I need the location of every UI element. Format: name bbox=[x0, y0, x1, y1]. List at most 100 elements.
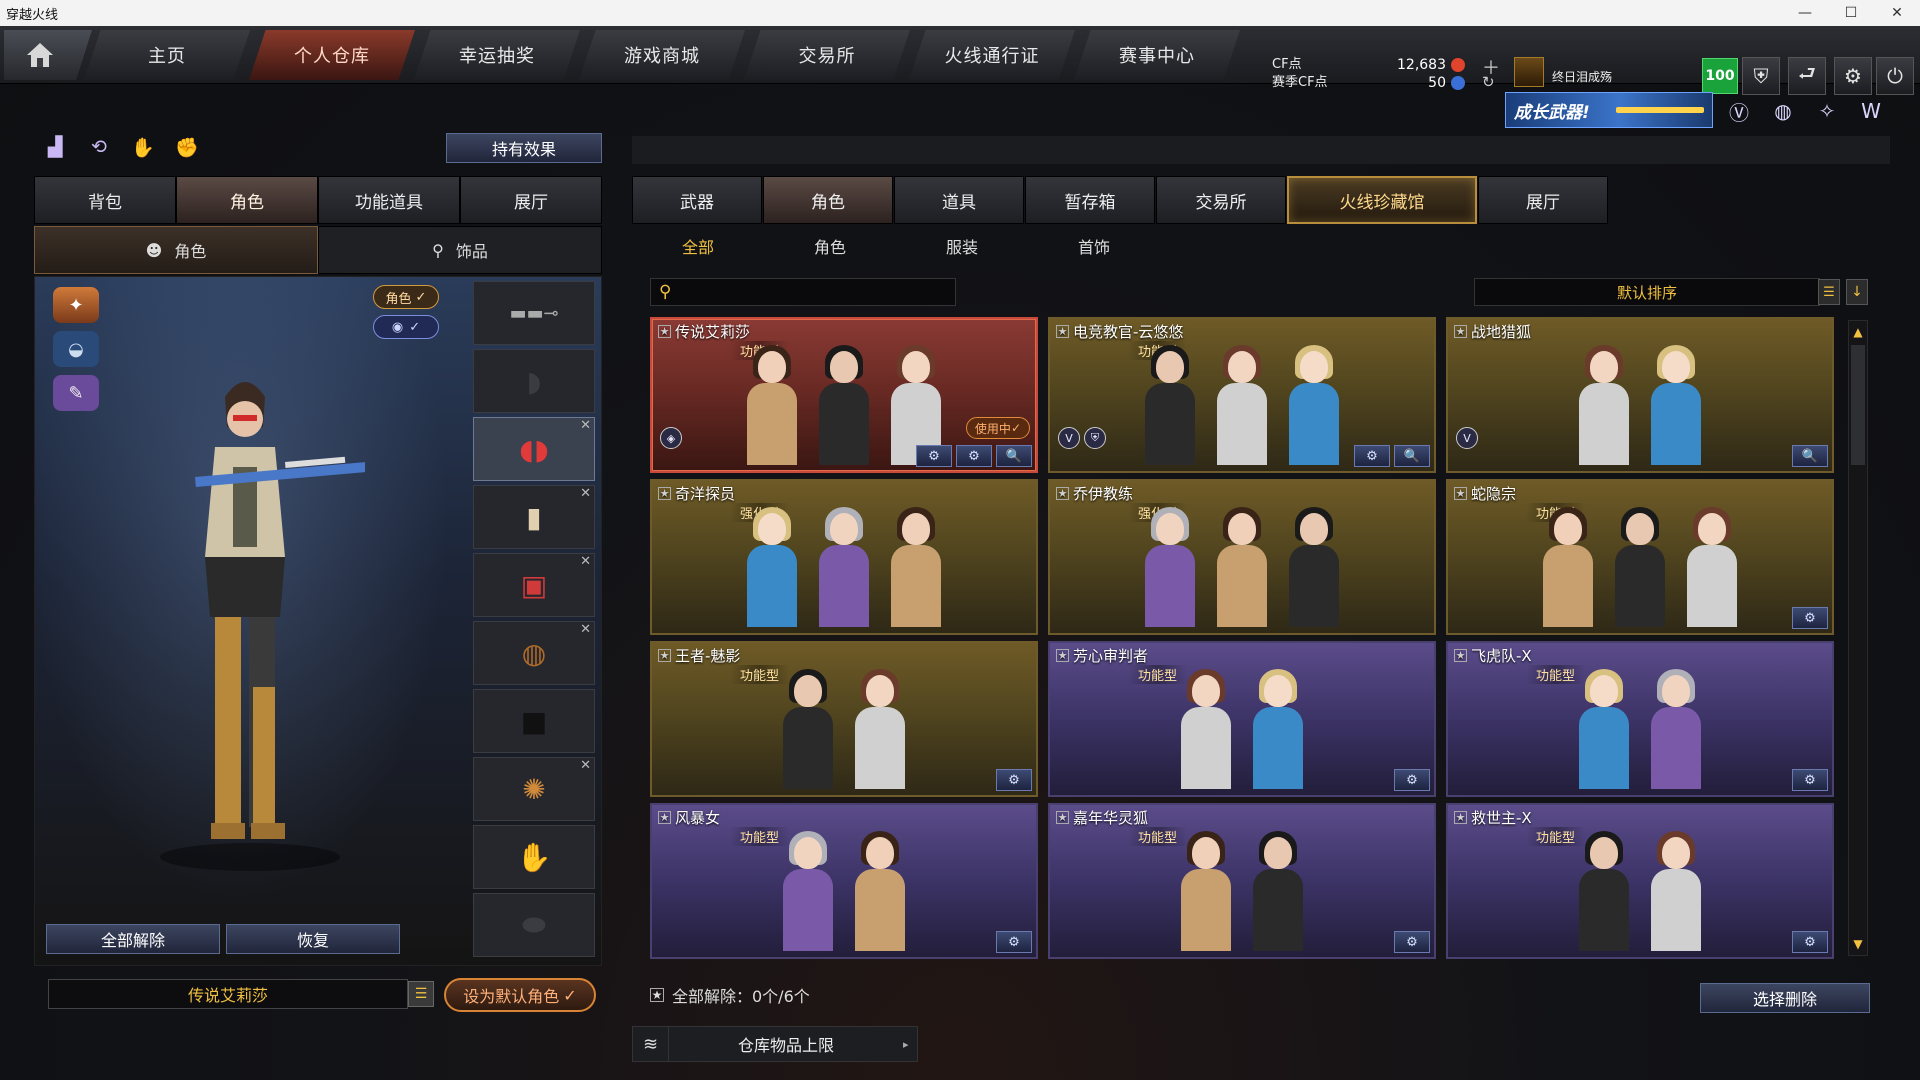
right-tab-4[interactable]: 交易所 bbox=[1156, 176, 1286, 224]
bookmark-icon[interactable]: ★ bbox=[1056, 811, 1069, 824]
right-tab-0[interactable]: 武器 bbox=[632, 176, 762, 224]
bookmark-icon[interactable]: ★ bbox=[658, 325, 671, 338]
storage-limit-bar[interactable]: ≋ 仓库物品上限 ▸ bbox=[632, 1026, 918, 1062]
sort-select[interactable]: 默认排序 bbox=[1474, 278, 1820, 306]
right-subtab-0[interactable]: 全部 bbox=[632, 234, 764, 258]
wing-icon[interactable]: ✎ bbox=[53, 375, 99, 411]
settings-button[interactable]: ⚙ bbox=[1792, 931, 1828, 953]
settings-button[interactable]: ⚙ bbox=[1834, 57, 1872, 95]
home-button[interactable] bbox=[4, 30, 92, 80]
slot-glasses[interactable]: ◖◗ ✕ bbox=[473, 417, 595, 481]
character-card[interactable]: ★蛇隐宗功能型⚙ bbox=[1446, 479, 1834, 635]
subtab-character[interactable]: ☻ 角色 bbox=[34, 226, 318, 274]
settings-button[interactable]: ⚙ bbox=[1354, 445, 1390, 467]
character-card[interactable]: ★ 救世主-X 功能型 ⚙ bbox=[1446, 803, 1834, 959]
right-tab-3[interactable]: 暂存箱 bbox=[1025, 176, 1155, 224]
eagle-icon[interactable]: ✦ bbox=[53, 287, 99, 323]
grid-scrollbar[interactable]: ▲ ▼ bbox=[1848, 320, 1868, 956]
minimize-button[interactable]: — bbox=[1782, 0, 1828, 26]
character-card[interactable]: ★ 风暴女 功能型 ⚙ bbox=[650, 803, 1038, 959]
right-tab-6[interactable]: 展厅 bbox=[1478, 176, 1608, 224]
nav-tab-0[interactable]: 主页 bbox=[84, 30, 250, 80]
bookmark-icon[interactable]: ★ bbox=[1056, 325, 1069, 338]
shield-button[interactable]: ⛨ bbox=[1742, 57, 1780, 95]
nav-tab-4[interactable]: 交易所 bbox=[744, 30, 910, 80]
power-button[interactable]: ⏻ bbox=[1876, 57, 1914, 95]
gift-icon[interactable]: ✧ bbox=[1812, 96, 1842, 126]
settings-button[interactable]: ⚙ bbox=[1394, 769, 1430, 791]
settings-button[interactable]: ⚙ bbox=[1792, 769, 1828, 791]
select-delete-button[interactable]: 选择删除 bbox=[1700, 983, 1870, 1013]
glove-icon[interactable]: ✊ bbox=[172, 132, 202, 162]
nav-tab-1[interactable]: 个人仓库 bbox=[249, 30, 415, 80]
nav-tab-3[interactable]: 游戏商城 bbox=[579, 30, 745, 80]
slot-vest[interactable]: ■ bbox=[473, 689, 595, 753]
left-tab-3[interactable]: 展厅 bbox=[460, 176, 602, 224]
character-card[interactable]: ★电竞教官-云悠悠功能型V⛨⚙🔍 bbox=[1048, 317, 1436, 473]
left-tab-0[interactable]: 背包 bbox=[34, 176, 176, 224]
unequip-all-button[interactable]: 全部解除 bbox=[46, 924, 220, 954]
settings-button[interactable]: ⚙ bbox=[1792, 607, 1828, 629]
subtab-accessory[interactable]: ⚲ 饰品 bbox=[318, 226, 602, 274]
slot-backpack[interactable]: ▣ ✕ bbox=[473, 553, 595, 617]
maximize-button[interactable]: ☐ bbox=[1828, 0, 1874, 26]
mask-icon[interactable]: ◒ bbox=[53, 331, 99, 367]
bookmark-icon[interactable]: ★ bbox=[658, 811, 671, 824]
nav-tab-5[interactable]: 火线通行证 bbox=[909, 30, 1075, 80]
role-tag[interactable]: 角色 ✓ bbox=[373, 285, 439, 309]
bookmark-icon[interactable]: ★ bbox=[1454, 649, 1467, 662]
sort-menu-button[interactable]: ☰ bbox=[1818, 279, 1840, 305]
character-card[interactable]: ★传说艾莉莎功能型使用中 ✓◈⚙⚙🔍 bbox=[650, 317, 1038, 473]
exit-button[interactable]: ⮐ bbox=[1788, 57, 1826, 95]
growth-weapon-banner[interactable]: 成长武器! bbox=[1505, 92, 1713, 128]
right-subtab-1[interactable]: 角色 bbox=[764, 234, 896, 258]
podium-icon[interactable]: ▟ bbox=[40, 132, 70, 162]
slot-helmet[interactable]: ◗ bbox=[473, 349, 595, 413]
refresh-button[interactable]: ↻ bbox=[1482, 73, 1495, 91]
character-card[interactable]: ★奇洋探员强化型 bbox=[650, 479, 1038, 635]
history-icon[interactable]: ⟲ bbox=[84, 132, 114, 162]
right-tab-2[interactable]: 道具 bbox=[894, 176, 1024, 224]
preview-button[interactable]: 🔍 bbox=[996, 445, 1032, 467]
bookmark-icon[interactable]: ★ bbox=[658, 487, 671, 500]
character-menu-button[interactable]: ☰ bbox=[408, 981, 434, 1007]
nav-tab-6[interactable]: 赛事中心 bbox=[1074, 30, 1240, 80]
globe-icon[interactable]: ◍ bbox=[1768, 96, 1798, 126]
bookmark-icon[interactable]: ★ bbox=[658, 649, 671, 662]
settings-button[interactable]: ⚙ bbox=[956, 445, 992, 467]
settings-button[interactable]: ⚙ bbox=[1394, 931, 1430, 953]
bookmark-icon[interactable]: ★ bbox=[1454, 811, 1467, 824]
left-tab-1[interactable]: 角色 bbox=[176, 176, 318, 224]
character-card[interactable]: ★乔伊教练强化型 bbox=[1048, 479, 1436, 635]
remove-icon[interactable]: ✕ bbox=[580, 486, 591, 501]
character-card[interactable]: ★ 王者-魅影 功能型 ⚙ bbox=[650, 641, 1038, 797]
left-tab-2[interactable]: 功能道具 bbox=[318, 176, 460, 224]
bookmark-icon[interactable]: ★ bbox=[1056, 487, 1069, 500]
preview-button[interactable]: 🔍 bbox=[1792, 445, 1828, 467]
right-subtab-2[interactable]: 服装 bbox=[896, 234, 1028, 258]
sort-order-button[interactable]: ↓ bbox=[1846, 279, 1868, 305]
search-input[interactable]: ⚲ bbox=[650, 278, 956, 306]
close-window-button[interactable]: ✕ bbox=[1874, 0, 1920, 26]
settings-button[interactable]: ⚙ bbox=[996, 931, 1032, 953]
v-badge-icon[interactable]: Ⓥ bbox=[1724, 96, 1754, 126]
character-card[interactable]: ★ 芳心审判者 功能型 ⚙ bbox=[1048, 641, 1436, 797]
remove-icon[interactable]: ✕ bbox=[580, 622, 591, 637]
settings-button[interactable]: ⚙ bbox=[916, 445, 952, 467]
w-logo-icon[interactable]: W bbox=[1856, 96, 1886, 126]
bookmark-icon[interactable]: ★ bbox=[1454, 325, 1467, 338]
slot-radio[interactable]: ▮ ✕ bbox=[473, 485, 595, 549]
nav-tab-2[interactable]: 幸运抽奖 bbox=[414, 30, 580, 80]
scroll-down-icon[interactable]: ▼ bbox=[1849, 935, 1867, 953]
right-tab-5[interactable]: 火线珍藏馆 bbox=[1287, 176, 1477, 224]
visibility-tag[interactable]: ◉ ✓ bbox=[373, 315, 439, 339]
slot-primary-weapon[interactable]: ▬▬⊸ bbox=[473, 281, 595, 345]
remove-icon[interactable]: ✕ bbox=[580, 554, 591, 569]
remove-icon[interactable]: ✕ bbox=[580, 758, 591, 773]
bookmark-icon[interactable]: ★ bbox=[1056, 649, 1069, 662]
bookmark-icon[interactable]: ★ bbox=[1454, 487, 1467, 500]
owned-effects-button[interactable]: 持有效果 bbox=[446, 133, 602, 163]
character-card[interactable]: ★ 飞虎队-X 功能型 ⚙ bbox=[1446, 641, 1834, 797]
right-subtab-3[interactable]: 首饰 bbox=[1028, 234, 1160, 258]
settings-button[interactable]: ⚙ bbox=[996, 769, 1032, 791]
